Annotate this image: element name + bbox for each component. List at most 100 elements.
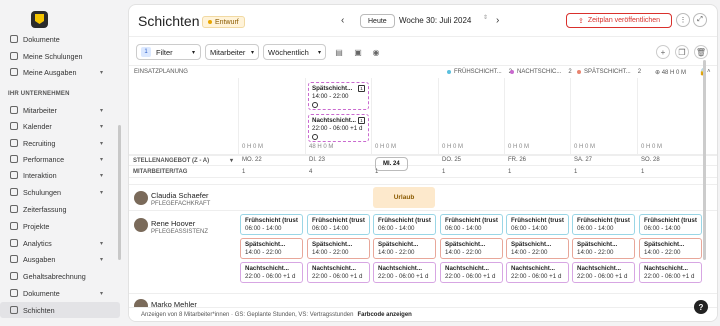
day-hours-total: 0 H 0 M: [508, 144, 530, 150]
sidebar-item-zeiterfassung[interactable]: Zeiterfassung: [0, 201, 120, 217]
shift-cell-late[interactable]: Spätschicht... 14:00 - 22:00: [440, 238, 503, 259]
shift-cell-night[interactable]: Nachtschicht... 22:00 - 06:00 +1 d: [572, 262, 635, 283]
day-header: DO. 25: [442, 157, 462, 163]
delete-icon[interactable]: 🗑: [694, 45, 708, 59]
shift-cell-night[interactable]: Nachtschicht... 22:00 - 06:00 +1 d: [373, 262, 436, 283]
week-stepper-icon[interactable]: ⇕: [483, 14, 488, 21]
next-week-button[interactable]: ›: [496, 15, 499, 26]
shift-time: 06:00 - 14:00: [245, 225, 282, 232]
sidebar-item-dokumente[interactable]: Dokumente: [0, 31, 120, 47]
day-header: FR. 26: [508, 157, 527, 163]
sidebar-item-schulungen[interactable]: Schulungen ▾: [0, 184, 120, 200]
help-icon[interactable]: ?: [694, 300, 708, 314]
copy-icon[interactable]: ❐: [675, 45, 689, 59]
publish-schedule-button[interactable]: ⇪ Zeitplan veröffentlichen: [566, 13, 672, 28]
add-icon[interactable]: +: [656, 45, 670, 59]
legend-dot-icon: [510, 70, 514, 74]
avatar: [134, 191, 148, 205]
chevron-up-icon[interactable]: ˄: [707, 67, 711, 77]
shift-cell-early[interactable]: Frühschicht (trusted)06:00 - 14:00: [373, 214, 436, 235]
shift-cell-early[interactable]: Frühschicht (trusted)06:00 - 14:00: [240, 214, 303, 235]
employee-name[interactable]: Claudia Schaefer: [151, 191, 209, 200]
fullscreen-icon[interactable]: ⤢: [693, 13, 707, 27]
shift-cell-late[interactable]: Spätschicht... 14:00 - 22:00: [373, 238, 436, 259]
more-options-icon[interactable]: ⋮: [676, 13, 690, 27]
shift-cell-night[interactable]: Nachtschicht... 22:00 - 06:00 +1 d: [307, 262, 370, 283]
chevron-down-icon: ▾: [100, 69, 104, 76]
filter-button[interactable]: 1 Filter ▾: [136, 44, 201, 60]
today-button[interactable]: Heute: [360, 14, 395, 28]
shift-title: Nachtschicht...: [245, 265, 290, 272]
sidebar-item-meine-ausgaben[interactable]: Meine Ausgaben ▾: [0, 64, 120, 80]
shift-cell-late[interactable]: Spätschicht... 14:00 - 22:00: [307, 238, 370, 259]
week-selector[interactable]: Woche 30: Juli 2024: [399, 16, 471, 25]
company-logo[interactable]: [31, 11, 48, 28]
legend-label: SPÄTSCHICHT...: [584, 69, 631, 75]
expenses-icon: [10, 255, 18, 263]
image-icon[interactable]: ▣: [351, 45, 365, 59]
calendar-export-icon[interactable]: ▤: [332, 45, 346, 59]
sidebar-item-mitarbeiter[interactable]: Mitarbeiter ▾: [0, 102, 120, 118]
shift-cell-late[interactable]: Spätschicht... 14:00 - 22:00: [240, 238, 303, 259]
shift-cell-late[interactable]: Spätschicht... 14:00 - 22:00: [572, 238, 635, 259]
sidebar-item-gehaltsabrechnung[interactable]: Gehaltsabrechnung: [0, 268, 120, 284]
chat-icon: [10, 171, 18, 179]
grid-scrollbar[interactable]: [703, 60, 706, 260]
sidebar-item-interaktion[interactable]: Interaktion ▾: [0, 167, 120, 183]
vacation-badge[interactable]: Urlaub: [373, 187, 435, 208]
sidebar-item-label: Zeiterfassung: [23, 204, 67, 214]
day-header: SO. 28: [641, 157, 660, 163]
sidebar-item-kalender[interactable]: Kalender ▾: [0, 118, 120, 134]
day-hours-total: 0 H 0 M: [442, 144, 464, 150]
eye-icon[interactable]: ◉: [369, 45, 383, 59]
sidebar-item-ausgaben[interactable]: Ausgaben ▾: [0, 251, 120, 267]
shift-status-icon: [312, 134, 318, 140]
group-by-select[interactable]: Mitarbeiter ▾: [205, 44, 259, 60]
sidebar-item-analytics[interactable]: Analytics ▾: [0, 235, 120, 251]
chevron-down-icon: ▾: [100, 240, 104, 247]
open-shift-card[interactable]: Spätschicht... 14:00 - 22:00 1: [308, 82, 369, 110]
shift-cell-early[interactable]: Frühschicht (trusted)06:00 - 14:00: [639, 214, 702, 235]
folder-icon: [10, 222, 18, 230]
sidebar-item-label: Performance: [23, 154, 65, 164]
day-hours-total: 0 H 0 M: [375, 144, 397, 150]
sidebar-item-performance[interactable]: Performance ▾: [0, 151, 120, 167]
sidebar-item-label: Recruiting: [23, 138, 56, 148]
plan-total-hours: ⊕ 48 H 0 M: [655, 69, 687, 76]
sidebar-scrollbar[interactable]: [118, 125, 121, 260]
open-shift-card[interactable]: Nachtschicht... 22:00 - 06:00 +1 d1: [308, 114, 369, 142]
employee-name[interactable]: Rene Hoover: [151, 219, 195, 228]
sidebar-item-meine-schulungen[interactable]: Meine Schulungen: [0, 48, 120, 64]
day-staff-count: 1: [242, 169, 246, 175]
shift-cell-early[interactable]: Frühschicht (trusted)06:00 - 14:00: [307, 214, 370, 235]
shift-cell-early[interactable]: Frühschicht (trusted)06:00 - 14:00: [572, 214, 635, 235]
shift-title: Frühschicht (trusted): [445, 217, 498, 224]
shift-cell-night[interactable]: Nachtschicht... 22:00 - 06:00 +1 d: [639, 262, 702, 283]
prev-week-button[interactable]: ‹: [341, 15, 344, 26]
shift-title: Spätschicht...: [445, 241, 486, 248]
range-select[interactable]: Wöchentlich ▾: [263, 44, 326, 60]
shift-cell-early[interactable]: Frühschicht (trusted)06:00 - 14:00: [506, 214, 569, 235]
legend-label: FRÜHSCHICHT...: [454, 69, 502, 75]
shift-status-icon: [312, 102, 318, 108]
sidebar-item-projekte[interactable]: Projekte: [0, 218, 120, 234]
color-code-link[interactable]: Farbcode anzeigen: [357, 312, 411, 318]
training-icon: [10, 52, 18, 60]
shift-cell-late[interactable]: Spätschicht... 14:00 - 22:00: [639, 238, 702, 259]
shift-cell-early[interactable]: Frühschicht (trusted)06:00 - 14:00: [440, 214, 503, 235]
shift-cell-night[interactable]: Nachtschicht... 22:00 - 06:00 +1 d: [240, 262, 303, 283]
shift-cell-late[interactable]: Spätschicht... 14:00 - 22:00: [506, 238, 569, 259]
shift-title: Frühschicht (trusted): [245, 217, 298, 224]
sidebar-item-schichten[interactable]: Schichten: [0, 302, 120, 318]
shift-cell-night[interactable]: Nachtschicht... 22:00 - 06:00 +1 d: [440, 262, 503, 283]
shift-cell-night[interactable]: Nachtschicht... 22:00 - 06:00 +1 d: [506, 262, 569, 283]
plan-header: EINSATZPLANUNG: [134, 69, 188, 75]
chevron-down-icon: ▾: [100, 189, 104, 196]
positions-header[interactable]: STELLENANGEBOT (Z - A) ▾: [129, 155, 717, 166]
sidebar-item-recruiting[interactable]: Recruiting ▾: [0, 135, 120, 151]
sidebar-item-dokumente[interactable]: Dokumente ▾: [0, 285, 120, 301]
legend-dot-icon: [577, 70, 581, 74]
recruiting-icon: [10, 139, 18, 147]
day-staff-count: 1: [375, 169, 379, 175]
shift-title: Spätschicht...: [312, 241, 353, 248]
